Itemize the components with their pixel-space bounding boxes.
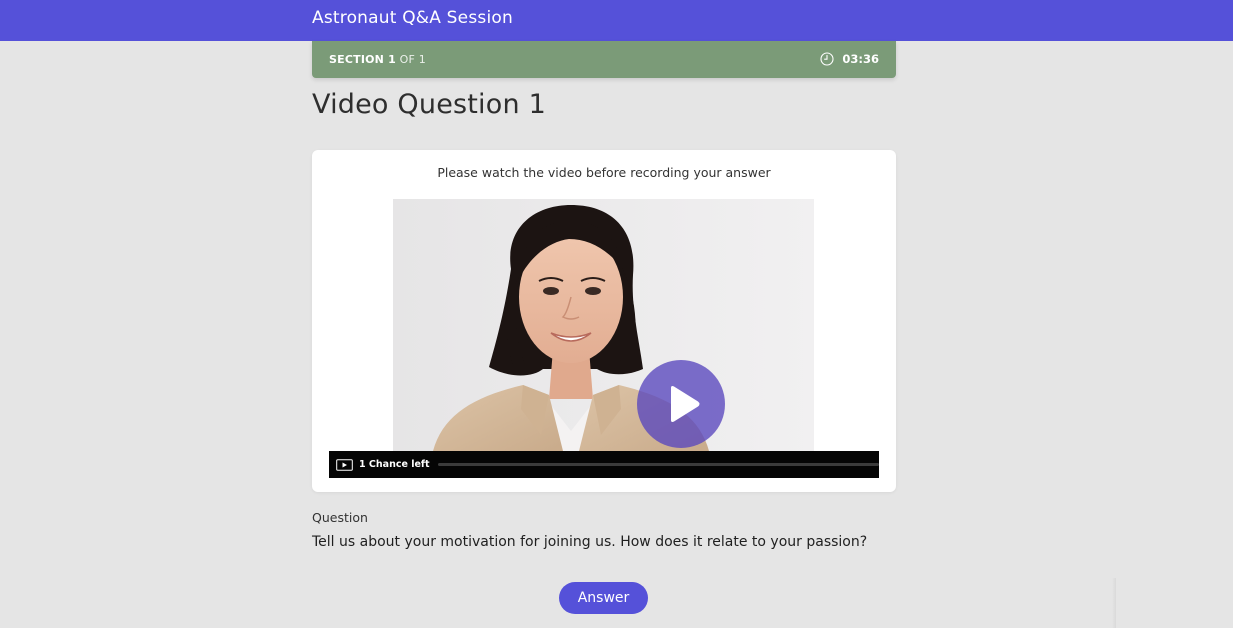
countdown-timer: 03:36 — [820, 52, 879, 66]
play-button[interactable] — [637, 360, 725, 448]
timer-value: 03:36 — [842, 52, 879, 66]
video-progress-bar[interactable] — [437, 463, 879, 466]
video-player[interactable] — [393, 199, 814, 451]
video-card: Please watch the video before recording … — [312, 150, 896, 492]
question-text: Tell us about your motivation for joinin… — [312, 534, 868, 550]
video-instruction: Please watch the video before recording … — [437, 165, 771, 180]
section-number: SECTION 1 — [329, 53, 396, 66]
play-icon — [671, 386, 700, 422]
section-progress-bar: SECTION 1 OF 1 03:36 — [312, 41, 896, 78]
section-indicator: SECTION 1 OF 1 — [329, 53, 426, 66]
page-title: Video Question 1 — [312, 89, 546, 120]
scroll-edge-shadow — [1112, 578, 1116, 628]
chances-left-label: 1 Chance left — [359, 459, 430, 470]
video-icon — [329, 458, 353, 471]
clock-icon — [820, 52, 834, 66]
answer-button[interactable]: Answer — [559, 582, 648, 614]
video-thumbnail — [393, 199, 814, 451]
question-label: Question — [312, 510, 368, 525]
video-controls-bar: 1 Chance left — [329, 451, 879, 478]
top-header-bar: Astronaut Q&A Session — [0, 0, 1233, 41]
app-title: Astronaut Q&A Session — [312, 8, 513, 28]
section-total: OF 1 — [399, 53, 426, 66]
